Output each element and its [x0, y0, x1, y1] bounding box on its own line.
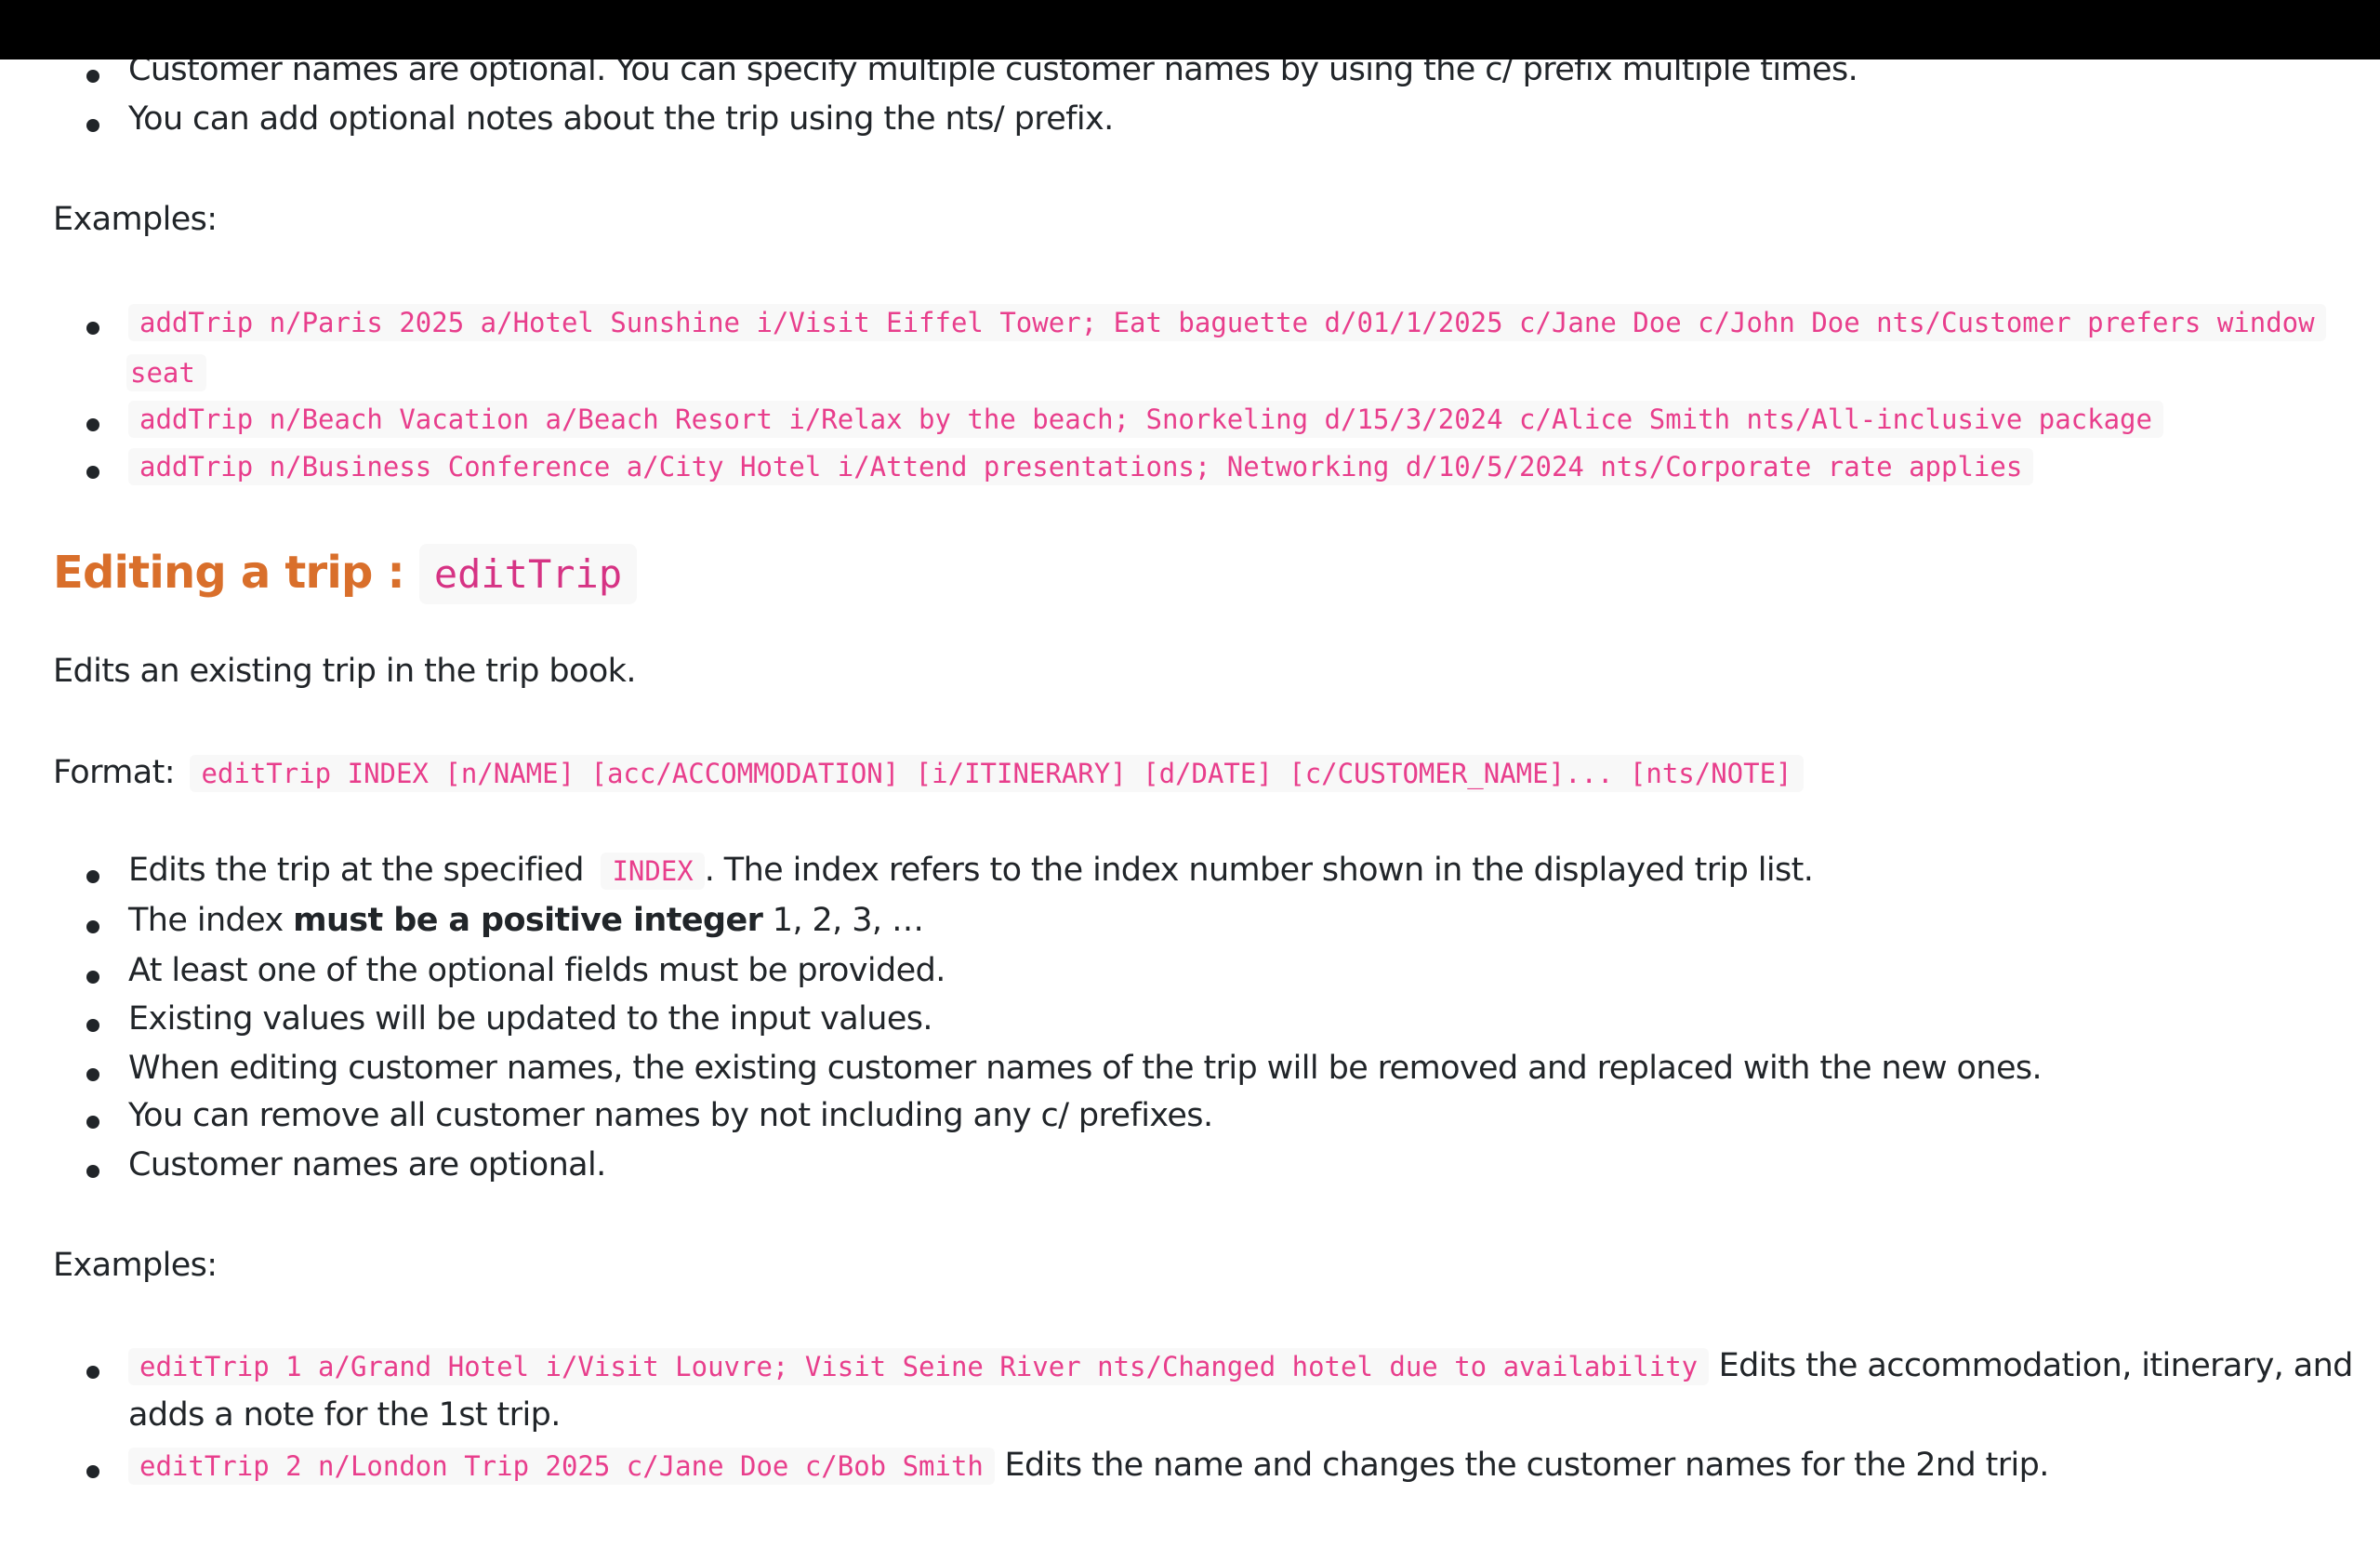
- edit-trip-description: Edits an existing trip in the trip book.: [53, 653, 636, 690]
- bullet-text: . The index refers to the index number s…: [704, 852, 1814, 889]
- list-item: The index must be a positive integer 1, …: [86, 902, 924, 939]
- list-item: You can remove all customer names by not…: [86, 1097, 1213, 1134]
- list-item: editTrip 2 n/London Trip 2025 c/Jane Doe…: [86, 1447, 2049, 1485]
- list-item: Edits the trip at the specified INDEX. T…: [86, 852, 1814, 890]
- example-explanation: Edits the name and changes the customer …: [1004, 1447, 2049, 1484]
- user-guide-page: Customer names are optional. You can spe…: [0, 0, 2380, 1547]
- bullet-text: The index: [128, 902, 284, 939]
- edit-trip-format: Format: editTrip INDEX [n/NAME] [acc/ACC…: [53, 754, 1804, 792]
- list-item: Existing values will be updated to the i…: [86, 1000, 933, 1038]
- bullet-bold-text: must be a positive integer: [293, 902, 763, 939]
- examples-label: Examples:: [53, 201, 218, 238]
- list-item: At least one of the optional fields must…: [86, 952, 945, 989]
- code-snippet: addTrip n/Paris 2025 a/Hotel Sunshine i/…: [128, 304, 2326, 341]
- section-heading-edit-trip: Editing a trip : editTrip: [53, 544, 638, 604]
- code-snippet: seat: [126, 354, 206, 391]
- code-snippet: addTrip n/Business Conference a/City Hot…: [128, 448, 2034, 485]
- code-snippet: editTrip 2 n/London Trip 2025 c/Jane Doe…: [128, 1448, 995, 1485]
- browser-top-bar: [0, 0, 2380, 60]
- list-item: When editing customer names, the existin…: [86, 1050, 2043, 1087]
- code-snippet-continuation: seat: [126, 353, 206, 391]
- list-item: addTrip n/Beach Vacation a/Beach Resort …: [86, 400, 2163, 438]
- example-explanation-continuation: adds a note for the 1st trip.: [128, 1396, 561, 1434]
- list-item: addTrip n/Paris 2025 a/Hotel Sunshine i/…: [86, 303, 2326, 341]
- code-snippet: addTrip n/Beach Vacation a/Beach Resort …: [128, 401, 2163, 438]
- heading-code: editTrip: [418, 544, 638, 604]
- list-item: You can add optional notes about the tri…: [86, 100, 1114, 138]
- code-snippet: INDEX: [601, 853, 705, 890]
- code-snippet: editTrip 1 a/Grand Hotel i/Visit Louvre;…: [128, 1348, 1710, 1385]
- list-item: Customer names are optional.: [86, 1146, 606, 1183]
- bullet-text: 1, 2, 3, …: [772, 902, 924, 939]
- examples-label: Examples:: [53, 1247, 218, 1284]
- format-code: editTrip INDEX [n/NAME] [acc/ACCOMMODATI…: [190, 755, 1804, 792]
- example-explanation: Edits the accommodation, itinerary, and: [1718, 1347, 2354, 1384]
- heading-text: Editing a trip :: [53, 547, 405, 599]
- bullet-text: Edits the trip at the specified: [128, 852, 585, 889]
- format-label: Format:: [53, 754, 176, 791]
- list-item: editTrip 1 a/Grand Hotel i/Visit Louvre;…: [86, 1347, 2354, 1385]
- list-item: addTrip n/Business Conference a/City Hot…: [86, 447, 2034, 485]
